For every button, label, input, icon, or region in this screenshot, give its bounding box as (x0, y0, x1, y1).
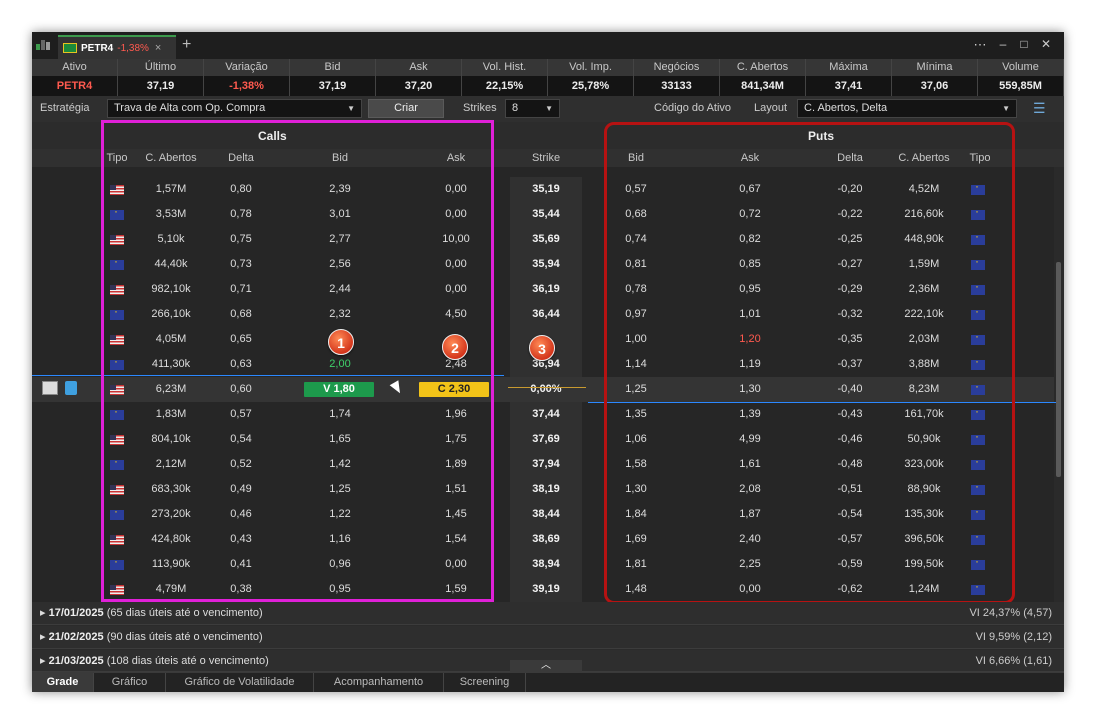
strategy-label: Estratégia (40, 102, 90, 114)
quote-header-values: PETR4 37,19 -1,38% 37,19 37,20 22,15% 25,78% 33… (32, 76, 1064, 96)
cell-k: 38,94 (532, 558, 560, 570)
tab-grafico[interactable]: Gráfico (94, 673, 166, 692)
cell-k: 37,94 (532, 458, 560, 470)
sliders-icon[interactable]: ☰ (1033, 100, 1046, 117)
expiration-vi: VI 24,37% (4,57) (969, 607, 1052, 619)
expiration-desc: (65 dias úteis até o vencimento) (106, 607, 263, 619)
expiration-vi: VI 9,59% (2,12) (975, 631, 1052, 643)
layout-value: C. Abertos, Delta (804, 102, 888, 114)
quote-value: 559,85M (978, 76, 1064, 96)
cell-k: 36,44 (532, 308, 560, 320)
book-icon[interactable] (65, 381, 77, 395)
tab-variation: -1,38% (117, 42, 149, 54)
expiration-date: 21/03/2025 (48, 655, 104, 667)
cell-k: 35,94 (532, 258, 560, 270)
cell-k: 38,44 (532, 508, 560, 520)
quote-value: PETR4 (32, 76, 118, 96)
quote-value: 37,20 (376, 76, 462, 96)
asset-code-label: Código do Ativo (654, 102, 732, 114)
quote-header-labels: Ativo Último Variação Bid Ask Vol. Hist. Vol. … (32, 59, 1064, 76)
cell-k: 0,00% (530, 383, 562, 395)
tab-grade[interactable]: Grade (32, 673, 94, 692)
expiration-date: 21/02/2025 (48, 631, 104, 643)
quote-value: 37,19 (290, 76, 376, 96)
quote-value: 37,06 (892, 76, 978, 96)
annotation-badge-3: 3 (529, 335, 555, 361)
cell-k: 35,19 (532, 183, 560, 195)
quote-value: 37,41 (806, 76, 892, 96)
chevron-down-icon: ▼ (545, 104, 553, 113)
quote-label: Ativo (32, 59, 118, 76)
expiration-desc: (108 dias úteis até o vencimento) (106, 655, 269, 667)
chevron-down-icon: ▼ (1002, 104, 1010, 113)
quote-value: 841,34M (720, 76, 806, 96)
expiration-row[interactable]: ▸ 17/01/2025 (65 dias úteis até o vencim… (32, 602, 1064, 625)
calls-highlight-box (101, 120, 494, 602)
puts-highlight-box (604, 122, 1015, 604)
chevron-down-icon: ▼ (347, 104, 355, 113)
quote-label: Bid (290, 59, 376, 76)
price-line-mid (508, 387, 586, 388)
title-bar: PETR4 -1,38% × + ⋯ – □ ✕ (32, 32, 1064, 59)
quote-label: Último (118, 59, 204, 76)
ellipsis-circle-icon[interactable]: ⋯ (972, 37, 988, 53)
app-logo-icon (36, 40, 52, 50)
brazil-flag-icon (63, 43, 77, 53)
maximize-button[interactable]: □ (1016, 37, 1032, 51)
tab-ticker: PETR4 (81, 42, 114, 54)
strategy-toolbar: Estratégia Trava de Alta com Op. Compra ▼… (32, 96, 1064, 122)
collapse-chevron-up-icon[interactable]: ︿ (510, 660, 582, 672)
strategy-select[interactable]: Trava de Alta com Op. Compra ▼ (107, 99, 362, 118)
strikes-label: Strikes (463, 102, 497, 114)
strikes-value: 8 (512, 102, 519, 114)
expiration-vi: VI 6,66% (1,61) (975, 655, 1052, 667)
expiration-groups: ▸ 17/01/2025 (65 dias úteis até o vencim… (32, 602, 1064, 676)
strategy-value: Trava de Alta com Op. Compra (114, 102, 266, 114)
quote-value: -1,38% (204, 76, 290, 96)
cell-k: 38,19 (532, 483, 560, 495)
layout-select[interactable]: C. Abertos, Delta ▼ (797, 99, 1017, 118)
cell-k: 37,69 (532, 433, 560, 445)
tab-close-icon[interactable]: × (155, 42, 161, 54)
minimize-button[interactable]: – (995, 37, 1011, 51)
tab-grafico-volatilidade[interactable]: Gráfico de Volatilidade (166, 673, 314, 692)
tab-petr4[interactable]: PETR4 -1,38% × (58, 35, 176, 59)
app-window: PETR4 -1,38% × + ⋯ – □ ✕ Ativo Último Vari… (32, 32, 1064, 692)
expiration-row[interactable]: ▸ 21/02/2025 (90 dias úteis até o vencim… (32, 626, 1064, 649)
col-strike[interactable]: Strike (516, 149, 576, 167)
quote-label: Volume (978, 59, 1064, 76)
quote-label: Ask (376, 59, 462, 76)
create-button[interactable]: Criar (368, 99, 444, 118)
cell-k: 37,44 (532, 408, 560, 420)
cell-k: 39,19 (532, 583, 560, 595)
quote-label: C. Abertos (720, 59, 806, 76)
quote-label: Máxima (806, 59, 892, 76)
cell-k: 35,69 (532, 233, 560, 245)
quote-label: Variação (204, 59, 290, 76)
strikes-select[interactable]: 8 ▼ (505, 99, 560, 118)
new-tab-button[interactable]: + (182, 36, 191, 54)
expiration-desc: (90 dias úteis até o vencimento) (106, 631, 263, 643)
tab-acompanhamento[interactable]: Acompanhamento (314, 673, 444, 692)
vertical-scrollbar[interactable] (1056, 262, 1061, 477)
bottom-tab-bar: Grade Gráfico Gráfico de Volatilidade Ac… (32, 672, 1064, 692)
expiration-date: 17/01/2025 (48, 607, 104, 619)
cell-k: 36,19 (532, 283, 560, 295)
quote-value: 37,19 (118, 76, 204, 96)
quote-label: Vol. Imp. (548, 59, 634, 76)
quote-value: 33133 (634, 76, 720, 96)
cell-k: 35,44 (532, 208, 560, 220)
quote-value: 22,15% (462, 76, 548, 96)
quote-label: Vol. Hist. (462, 59, 548, 76)
chart-icon[interactable] (42, 381, 58, 395)
close-window-button[interactable]: ✕ (1038, 37, 1054, 51)
quote-label: Mínima (892, 59, 978, 76)
quote-label: Negócios (634, 59, 720, 76)
quote-value: 25,78% (548, 76, 634, 96)
layout-label: Layout (754, 102, 788, 114)
cell-k: 38,69 (532, 533, 560, 545)
tab-screening[interactable]: Screening (444, 673, 526, 692)
